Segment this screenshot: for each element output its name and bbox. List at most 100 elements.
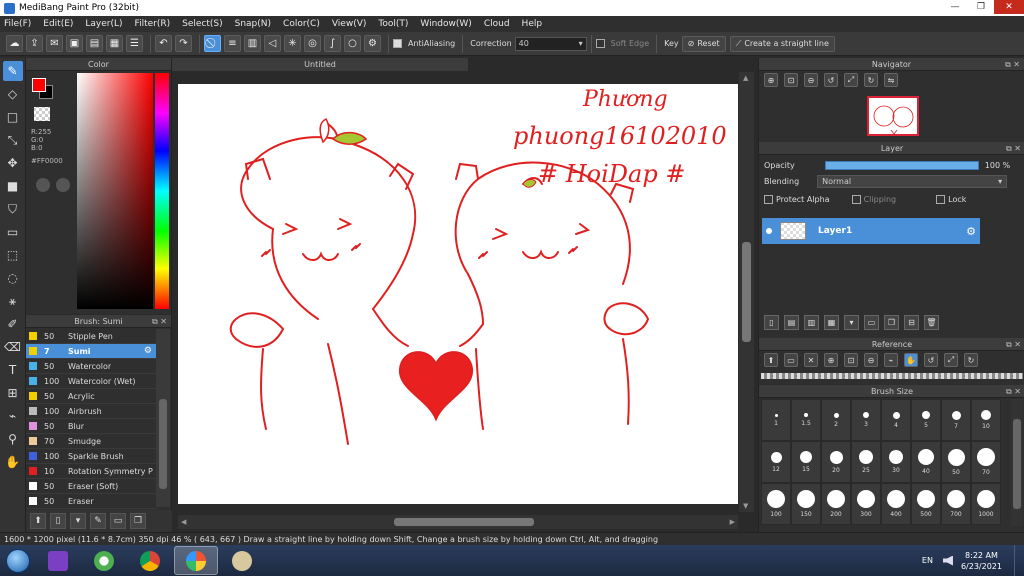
fill-tool-icon[interactable]: ⛉ [3, 199, 23, 219]
brush-size-option[interactable]: 150 [791, 483, 821, 525]
cross-snap-icon[interactable]: ▥ [244, 35, 261, 52]
scroll-down-icon[interactable]: ▼ [743, 502, 748, 510]
color-wheel-icon[interactable] [36, 178, 50, 192]
panel-close-icon[interactable]: ⧉ ✕ [1005, 58, 1020, 71]
taskbar-visual-studio[interactable] [36, 546, 80, 575]
fit-icon[interactable]: ⊡ [844, 353, 858, 367]
move-tool-icon[interactable]: ✥ [3, 153, 23, 173]
document-tab[interactable]: Untitled [172, 58, 468, 71]
gear-icon[interactable]: ⚙ [966, 225, 976, 238]
rotate-left-icon[interactable]: ↺ [924, 353, 938, 367]
menu-cloud[interactable]: Cloud [484, 19, 510, 29]
brush-size-option[interactable]: 50 [941, 441, 971, 483]
merge-layer-icon[interactable]: ⊟ [904, 314, 919, 330]
menu-file[interactable]: File(F) [4, 19, 31, 29]
parallel-snap-icon[interactable]: ≡ [224, 35, 241, 52]
brush-item[interactable]: 100 Sparkle Brush [26, 449, 156, 464]
list-icon[interactable]: ☰ [126, 35, 143, 52]
menu-window[interactable]: Window(W) [420, 19, 471, 29]
brush-item[interactable]: 7 Sumi ⚙ [26, 344, 156, 359]
brush-menu-icon[interactable]: ▾ [70, 513, 86, 529]
rotate-left-icon[interactable]: ↺ [824, 73, 838, 87]
hand-icon[interactable]: ✋ [904, 353, 918, 367]
brush-size-option[interactable]: 40 [911, 441, 941, 483]
add-layer-menu-icon[interactable]: ▾ [844, 314, 859, 330]
hand-tool-icon[interactable]: ✋ [3, 452, 23, 472]
close-button[interactable]: ✕ [994, 0, 1024, 14]
brush-size-option[interactable]: 300 [851, 483, 881, 525]
add-brush-icon[interactable]: ⬆ [30, 513, 46, 529]
actual-size-icon[interactable]: ⤢ [944, 353, 958, 367]
menu-help[interactable]: Help [522, 19, 543, 29]
taskbar-chrome[interactable] [128, 546, 172, 575]
opacity-slider[interactable] [824, 160, 979, 170]
scroll-right-icon[interactable]: ▶ [730, 518, 735, 526]
circle-snap-icon[interactable]: ◎ [304, 35, 321, 52]
comment-icon[interactable]: ✉ [46, 35, 63, 52]
text-tool-icon[interactable]: T [3, 360, 23, 380]
brush-item[interactable]: 100 Watercolor (Wet) [26, 374, 156, 389]
eyedropper-tool-icon[interactable]: ⌁ [3, 406, 23, 426]
brush-item[interactable]: 50 Acrylic [26, 389, 156, 404]
save-icon[interactable]: ▣ [66, 35, 83, 52]
panel-close-icon[interactable]: ⧉ ✕ [1006, 142, 1021, 155]
brush-size-option[interactable]: 400 [881, 483, 911, 525]
menu-filter[interactable]: Filter(R) [135, 19, 171, 29]
brush-size-option[interactable]: 3 [851, 399, 881, 441]
brush-size-option[interactable]: 30 [881, 441, 911, 483]
select-pen-tool-icon[interactable]: ✐ [3, 314, 23, 334]
scrollbar-thumb[interactable] [159, 399, 167, 489]
rotate-right-icon[interactable]: ↻ [964, 353, 978, 367]
brush-size-option[interactable]: 4 [881, 399, 911, 441]
snap-off-icon[interactable]: ⃠ [204, 35, 221, 52]
folder-icon[interactable]: ▭ [864, 314, 879, 330]
saturation-value-picker[interactable] [77, 73, 153, 309]
zoom-in-icon[interactable]: ⊕ [764, 73, 778, 87]
delete-layer-icon[interactable]: 🗑 [924, 314, 939, 330]
brush-size-option[interactable]: 1000 [971, 483, 1001, 525]
brush-size-option[interactable]: 700 [941, 483, 971, 525]
brush-size-option[interactable]: 10 [971, 399, 1001, 441]
panel-close-icon[interactable]: ⧉ ✕ [152, 315, 167, 328]
gear-icon[interactable]: ⚙ [144, 346, 152, 356]
eyedropper-alt-tool-icon[interactable]: ⚲ [3, 429, 23, 449]
language-indicator[interactable]: EN [922, 556, 933, 565]
brush-size-option[interactable]: 25 [851, 441, 881, 483]
duplicate-layer-icon[interactable]: ❐ [884, 314, 899, 330]
new-layer-icon[interactable]: ▯ [764, 314, 779, 330]
clipping-checkbox[interactable] [851, 194, 861, 204]
brush-size-option[interactable]: 2 [821, 399, 851, 441]
brush-size-option[interactable]: 200 [821, 483, 851, 525]
scroll-left-icon[interactable]: ◀ [181, 518, 186, 526]
redo-icon[interactable]: ↷ [175, 35, 192, 52]
select-move-tool-icon[interactable]: ⤡ [3, 130, 23, 150]
layer-item[interactable]: Layer1 ⚙ [762, 218, 980, 244]
new-brush-icon[interactable]: ▯ [50, 513, 66, 529]
shape-tool-icon[interactable]: ■ [3, 176, 23, 196]
brush-item[interactable]: 50 Watercolor [26, 359, 156, 374]
brush-item[interactable]: 50 Blur [26, 419, 156, 434]
menu-layer[interactable]: Layer(L) [85, 19, 122, 29]
radial-snap-icon[interactable]: ✳ [284, 35, 301, 52]
palette-icon[interactable] [56, 178, 70, 192]
ellipse-snap-icon[interactable]: ○ [344, 35, 361, 52]
folder-icon[interactable]: ▭ [110, 513, 126, 529]
fit-icon[interactable]: ⊡ [784, 73, 798, 87]
brush-size-option[interactable]: 100 [761, 483, 791, 525]
drawing-canvas[interactable]: Phương phuong16102010 # HoiDap # [178, 84, 738, 504]
eyedropper-icon[interactable]: ⌁ [884, 353, 898, 367]
select-tool-icon[interactable]: ⬚ [3, 245, 23, 265]
divide-tool-icon[interactable]: ⊞ [3, 383, 23, 403]
zoom-out-icon[interactable]: ⊖ [804, 73, 818, 87]
foreground-color-swatch[interactable] [32, 78, 46, 92]
protect-alpha-checkbox[interactable] [764, 194, 773, 204]
correction-select[interactable]: 40 ▾ [514, 36, 587, 51]
brush-size-option[interactable]: 5 [911, 399, 941, 441]
edit-brush-icon[interactable]: ✎ [90, 513, 106, 529]
document-icon[interactable]: ▤ [86, 35, 103, 52]
lock-checkbox[interactable] [936, 194, 946, 204]
taskbar-medibang[interactable] [174, 546, 218, 575]
brush-list-scrollbar[interactable] [156, 329, 170, 507]
blending-select[interactable]: Normal ▾ [817, 174, 1008, 188]
menu-view[interactable]: View(V) [332, 19, 367, 29]
